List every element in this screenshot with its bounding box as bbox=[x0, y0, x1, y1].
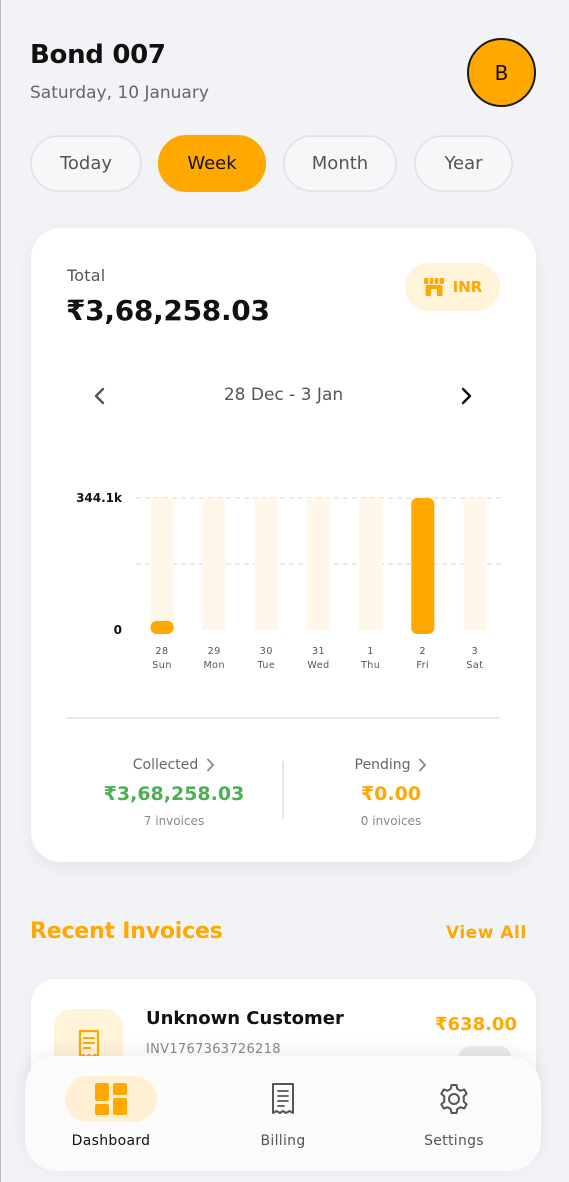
nav-label: Dashboard bbox=[71, 1133, 151, 1149]
x-day-label: Wed bbox=[307, 660, 329, 671]
recent-invoices-title: Recent Invoices bbox=[30, 919, 223, 944]
collected-label: Collected bbox=[132, 757, 199, 773]
invoice-id: INV1767363726218 bbox=[146, 1042, 281, 1057]
pending-count: 0 invoices bbox=[360, 814, 422, 828]
bar-track bbox=[150, 498, 174, 630]
store-icon bbox=[423, 278, 444, 296]
period-year-button[interactable]: Year bbox=[414, 135, 513, 192]
period-month-button[interactable]: Month bbox=[283, 135, 397, 192]
x-tick-label: 29 bbox=[208, 646, 221, 657]
invoice-amount: ₹638.00 bbox=[435, 1014, 517, 1035]
dashboard-icon bbox=[95, 1083, 127, 1115]
avatar-initial: B bbox=[494, 60, 509, 85]
period-label: Month bbox=[311, 153, 369, 174]
bar-base bbox=[411, 628, 435, 630]
y-tick-label: 0 bbox=[114, 623, 122, 637]
period-today-button[interactable]: Today bbox=[30, 135, 142, 192]
x-tick-label: 30 bbox=[260, 646, 273, 657]
receipt-icon bbox=[272, 1083, 294, 1114]
bar-sun bbox=[150, 621, 174, 634]
collected-count: 7 invoices bbox=[143, 814, 205, 828]
nav-dashboard[interactable]: Dashboard bbox=[51, 1076, 171, 1149]
summary-card: Total ₹3,68,258.03 INR 28 Dec - 3 Jan 34… bbox=[31, 228, 536, 862]
x-tick-label: 3 bbox=[472, 646, 479, 657]
period-week-button[interactable]: Week bbox=[158, 135, 266, 192]
x-day-label: Tue bbox=[256, 660, 275, 671]
next-range-button[interactable] bbox=[454, 384, 478, 408]
currency-code: INR bbox=[452, 278, 483, 296]
bar-track bbox=[202, 498, 226, 630]
period-label: Week bbox=[187, 153, 237, 174]
page-title: Bond 007 bbox=[30, 40, 166, 70]
nav-settings[interactable]: Settings bbox=[394, 1076, 514, 1149]
bar-track bbox=[254, 498, 278, 630]
view-all-link[interactable]: View All bbox=[446, 923, 527, 943]
x-day-label: Fri bbox=[416, 660, 429, 671]
chevron-right-icon bbox=[419, 758, 427, 772]
x-tick-label: 1 bbox=[367, 646, 374, 657]
x-day-label: Sat bbox=[466, 660, 483, 671]
weekly-bar-chart: 344.1k 0 28 Sun 29 Mon 30 Tue 31 Wed 1 Thu 2 Fri 3 Sat bbox=[76, 491, 501, 671]
chevron-right-icon bbox=[461, 387, 472, 405]
nav-label: Settings bbox=[424, 1133, 484, 1149]
period-label: Today bbox=[59, 153, 113, 174]
receipt-icon bbox=[78, 1029, 99, 1058]
bar-track bbox=[359, 498, 383, 630]
bottom-navigation: Dashboard Billing Settings bbox=[25, 1056, 541, 1171]
x-day-label: Sun bbox=[152, 660, 172, 671]
x-tick-label: 31 bbox=[312, 646, 325, 657]
x-tick-label: 2 bbox=[420, 646, 427, 657]
y-tick-label: 344.1k bbox=[76, 491, 123, 505]
bar-base bbox=[150, 628, 174, 630]
nav-label: Billing bbox=[260, 1133, 306, 1149]
gear-icon bbox=[440, 1084, 468, 1114]
pending-stat[interactable]: Pending ₹0.00 0 invoices bbox=[281, 754, 501, 828]
avatar[interactable]: B bbox=[467, 38, 536, 107]
screen-edge bbox=[0, 0, 1, 1182]
divider bbox=[66, 717, 500, 719]
currency-button[interactable]: INR bbox=[405, 263, 500, 311]
collected-stat[interactable]: Collected ₹3,68,258.03 7 invoices bbox=[64, 754, 284, 828]
chevron-right-icon bbox=[207, 758, 215, 772]
current-date: Saturday, 10 January bbox=[30, 83, 209, 103]
period-label: Year bbox=[444, 153, 483, 174]
bar-fri bbox=[411, 498, 435, 634]
x-tick-label: 28 bbox=[156, 646, 169, 657]
x-day-label: Mon bbox=[203, 660, 225, 671]
collected-value: ₹3,68,258.03 bbox=[103, 783, 245, 805]
bar-track bbox=[463, 498, 487, 630]
pending-value: ₹0.00 bbox=[360, 783, 422, 805]
nav-billing[interactable]: Billing bbox=[223, 1076, 343, 1149]
x-day-label: Thu bbox=[360, 660, 380, 671]
bar-track bbox=[307, 498, 330, 630]
invoice-customer: Unknown Customer bbox=[146, 1008, 344, 1029]
total-label: Total bbox=[67, 266, 106, 285]
pending-label: Pending bbox=[354, 757, 411, 773]
total-value: ₹3,68,258.03 bbox=[66, 294, 270, 327]
